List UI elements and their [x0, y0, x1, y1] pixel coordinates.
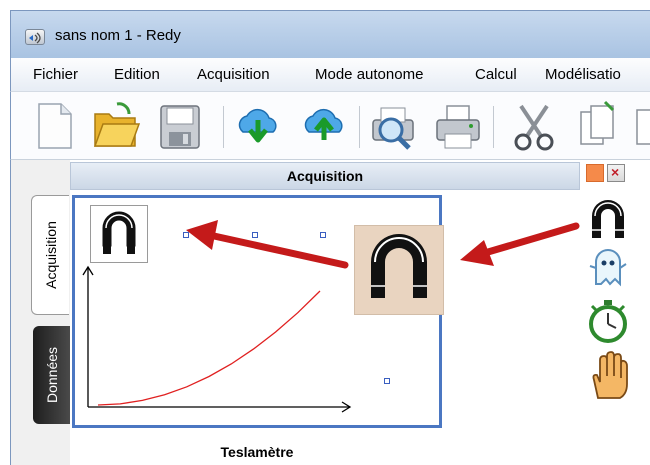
selection-handle[interactable]	[320, 232, 326, 238]
close-icon: ×	[611, 164, 620, 180]
panel-restore-button[interactable]	[586, 164, 604, 182]
series-line-0	[97, 290, 321, 406]
print-preview-icon[interactable]	[369, 100, 415, 152]
scissors-icon[interactable]	[509, 100, 555, 152]
save-floppy-icon[interactable]	[157, 100, 203, 152]
menu-calcul[interactable]: Calcul	[475, 66, 517, 83]
redy-app-icon[interactable]	[25, 29, 45, 45]
open-folder-icon[interactable]	[91, 100, 141, 152]
printer-icon[interactable]	[433, 100, 480, 152]
ghost-icon[interactable]	[580, 246, 636, 290]
window-title: sans nom 1 - Redy	[55, 27, 181, 44]
paste-icon[interactable]	[633, 100, 650, 152]
widget-caption: Teslamètre	[220, 444, 294, 460]
title-bar[interactable]: sans nom 1 - Redy	[10, 10, 650, 58]
toolbar-separator	[359, 106, 360, 148]
horseshoe-magnet-icon[interactable]	[580, 196, 636, 240]
menu-modelisation[interactable]: Modélisatio	[545, 66, 621, 83]
tab-donnees[interactable]: Données	[33, 326, 71, 424]
horseshoe-magnet-icon[interactable]	[90, 205, 148, 263]
selection-handle[interactable]	[384, 378, 390, 384]
tab-donnees-label: Données	[44, 346, 60, 404]
menu-edition[interactable]: Edition	[114, 66, 160, 83]
stopwatch-icon[interactable]	[580, 298, 636, 343]
cloud-download-icon[interactable]	[235, 100, 281, 152]
selection-handle[interactable]	[252, 232, 258, 238]
menu-acquisition[interactable]: Acquisition	[197, 66, 270, 83]
menu-fichier[interactable]: Fichier	[33, 66, 78, 83]
tab-acquisition-label: Acquisition	[42, 221, 59, 289]
copy-icon[interactable]	[575, 100, 621, 152]
hand-stop-icon[interactable]	[580, 350, 636, 399]
toolbar	[10, 92, 650, 160]
toolbar-separator	[223, 106, 224, 148]
toolbar-separator	[493, 106, 494, 148]
panel-title: Acquisition	[286, 168, 364, 184]
horseshoe-magnet-zoom-icon	[354, 225, 444, 315]
new-document-icon[interactable]	[31, 100, 77, 152]
selection-handle[interactable]	[183, 232, 189, 238]
y-axis	[82, 265, 94, 407]
panel-header: Acquisition	[70, 162, 580, 190]
x-axis	[88, 401, 352, 413]
panel-close-button[interactable]: ×	[607, 164, 625, 182]
menu-bar: Fichier Edition Acquisition Mode autonom…	[10, 58, 650, 92]
redy-window: sans nom 1 - Redy Fichier Edition Acquis…	[0, 0, 650, 465]
menu-mode-autonome[interactable]: Mode autonome	[315, 66, 423, 83]
tab-acquisition[interactable]: Acquisition	[31, 195, 69, 315]
cloud-upload-icon[interactable]	[301, 100, 347, 152]
